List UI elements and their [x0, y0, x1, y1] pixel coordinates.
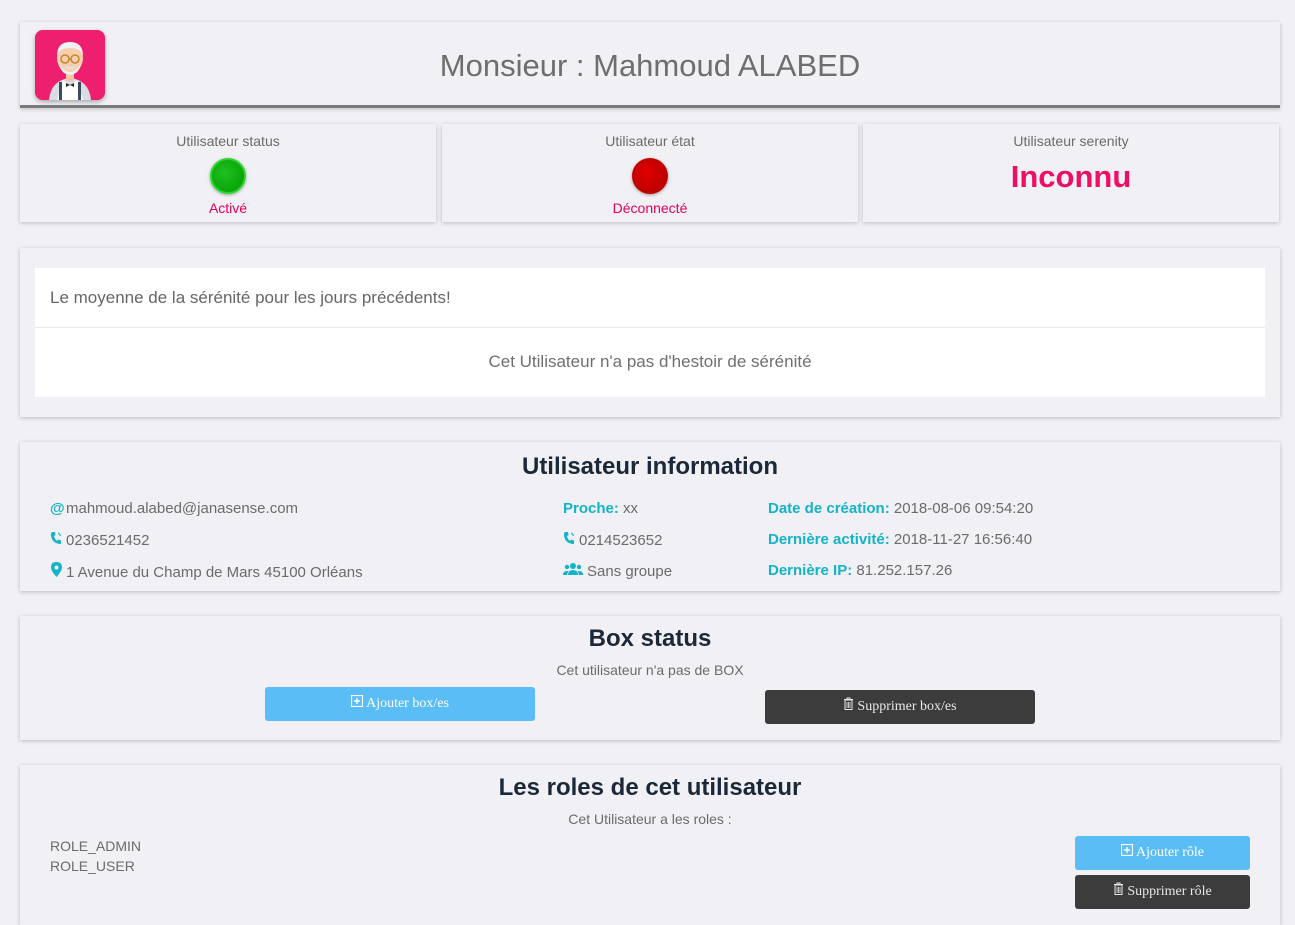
creation-date-value: 2018-08-06 09:54:20 [893, 500, 1034, 517]
roles-title: Les roles de cet utilisateur [498, 774, 802, 801]
box-status-panel: Box status Cet utilisateur n'a pas de BO… [20, 616, 1280, 740]
user-header: Monsieur : Mahmoud ALABED [20, 22, 1280, 108]
add-box-button[interactable]: Ajouter box/es [265, 687, 535, 721]
proche-phone-row: 0214523652 [563, 531, 662, 549]
last-ip-row: Dernière IP: 81.252.157.26 [768, 562, 952, 579]
role-item: ROLE_USER [50, 858, 135, 874]
delete-box-button[interactable]: Supprimer box/es [765, 690, 1035, 724]
phone-icon [50, 531, 62, 549]
delete-box-label: Supprimer box/es [857, 699, 957, 714]
users-icon [563, 562, 583, 580]
serenity-history-box: Le moyenne de la sérénité pour les jours… [35, 268, 1265, 397]
serenity-history-title: Le moyenne de la sérénité pour les jours… [35, 268, 1265, 328]
delete-role-label: Supprimer rôle [1127, 884, 1212, 899]
user-info-panel: Utilisateur information @mahmoud.alabed@… [20, 442, 1280, 591]
user-status-label: Utilisateur status [176, 133, 280, 149]
box-status-message: Cet utilisateur n'a pas de BOX [556, 662, 744, 678]
proche-label: Proche: [563, 500, 619, 517]
roles-panel: Les roles de cet utilisateur Cet Utilisa… [20, 765, 1280, 925]
user-info-title: Utilisateur information [521, 453, 779, 480]
last-ip-value: 81.252.157.26 [856, 562, 953, 579]
proche-phone-value: 0214523652 [579, 532, 663, 549]
proche-value: xx [623, 500, 639, 517]
last-activity-value: 2018-11-27 16:56:40 [893, 531, 1033, 548]
user-serenity-label: Utilisateur serenity [1013, 133, 1129, 149]
email-value[interactable]: mahmoud.alabed@janasense.com [66, 500, 298, 517]
proche-row: Proche: xx [563, 500, 638, 517]
state-indicator-icon [632, 158, 668, 194]
user-status-card: Utilisateur status Activé [20, 124, 436, 222]
user-serenity-value: Inconnu [1010, 159, 1132, 194]
add-role-button[interactable]: Ajouter rôle [1075, 836, 1250, 870]
creation-date-row: Date de création: 2018-08-06 09:54:20 [768, 500, 1033, 517]
user-state-label: Utilisateur état [605, 133, 695, 149]
creation-date-label: Date de création: [768, 500, 890, 517]
user-state-value: Déconnecté [612, 200, 688, 216]
add-box-label: Ajouter box/es [366, 696, 449, 711]
address-value: 1 Avenue du Champ de Mars 45100 Orléans [66, 564, 363, 581]
plus-square-icon [350, 687, 364, 721]
phone-icon [563, 531, 575, 549]
address-row: 1 Avenue du Champ de Mars 45100 Orléans [50, 562, 363, 581]
group-value: Sans groupe [587, 563, 673, 580]
last-activity-row: Dernière activité: 2018-11-27 16:56:40 [768, 531, 1032, 548]
phone-row: 0236521452 [50, 531, 149, 549]
map-marker-icon [50, 562, 62, 581]
phone-value: 0236521452 [66, 532, 150, 549]
status-indicator-icon [210, 158, 246, 194]
last-ip-label: Dernière IP: [768, 562, 853, 579]
user-state-card: Utilisateur état Déconnecté [442, 124, 858, 222]
serenity-history-panel: Le moyenne de la sérénité pour les jours… [20, 248, 1280, 417]
at-icon: @ [50, 500, 65, 517]
page-title: Monsieur : Mahmoud ALABED [439, 48, 861, 83]
user-serenity-card: Utilisateur serenity Inconnu [863, 124, 1279, 222]
user-status-value: Activé [208, 200, 248, 216]
group-row: Sans groupe [563, 562, 672, 580]
serenity-history-empty-message: Cet Utilisateur n'a pas d'hestoir de sér… [488, 352, 812, 371]
roles-message: Cet Utilisateur a les roles : [568, 811, 732, 827]
role-item: ROLE_ADMIN [50, 838, 142, 854]
add-role-label: Ajouter rôle [1135, 845, 1205, 860]
last-activity-label: Dernière activité: [768, 531, 890, 548]
email-row: @mahmoud.alabed@janasense.com [50, 500, 298, 517]
box-status-title: Box status [588, 625, 712, 652]
plus-square-icon [1120, 836, 1134, 870]
trash-icon [843, 690, 854, 724]
